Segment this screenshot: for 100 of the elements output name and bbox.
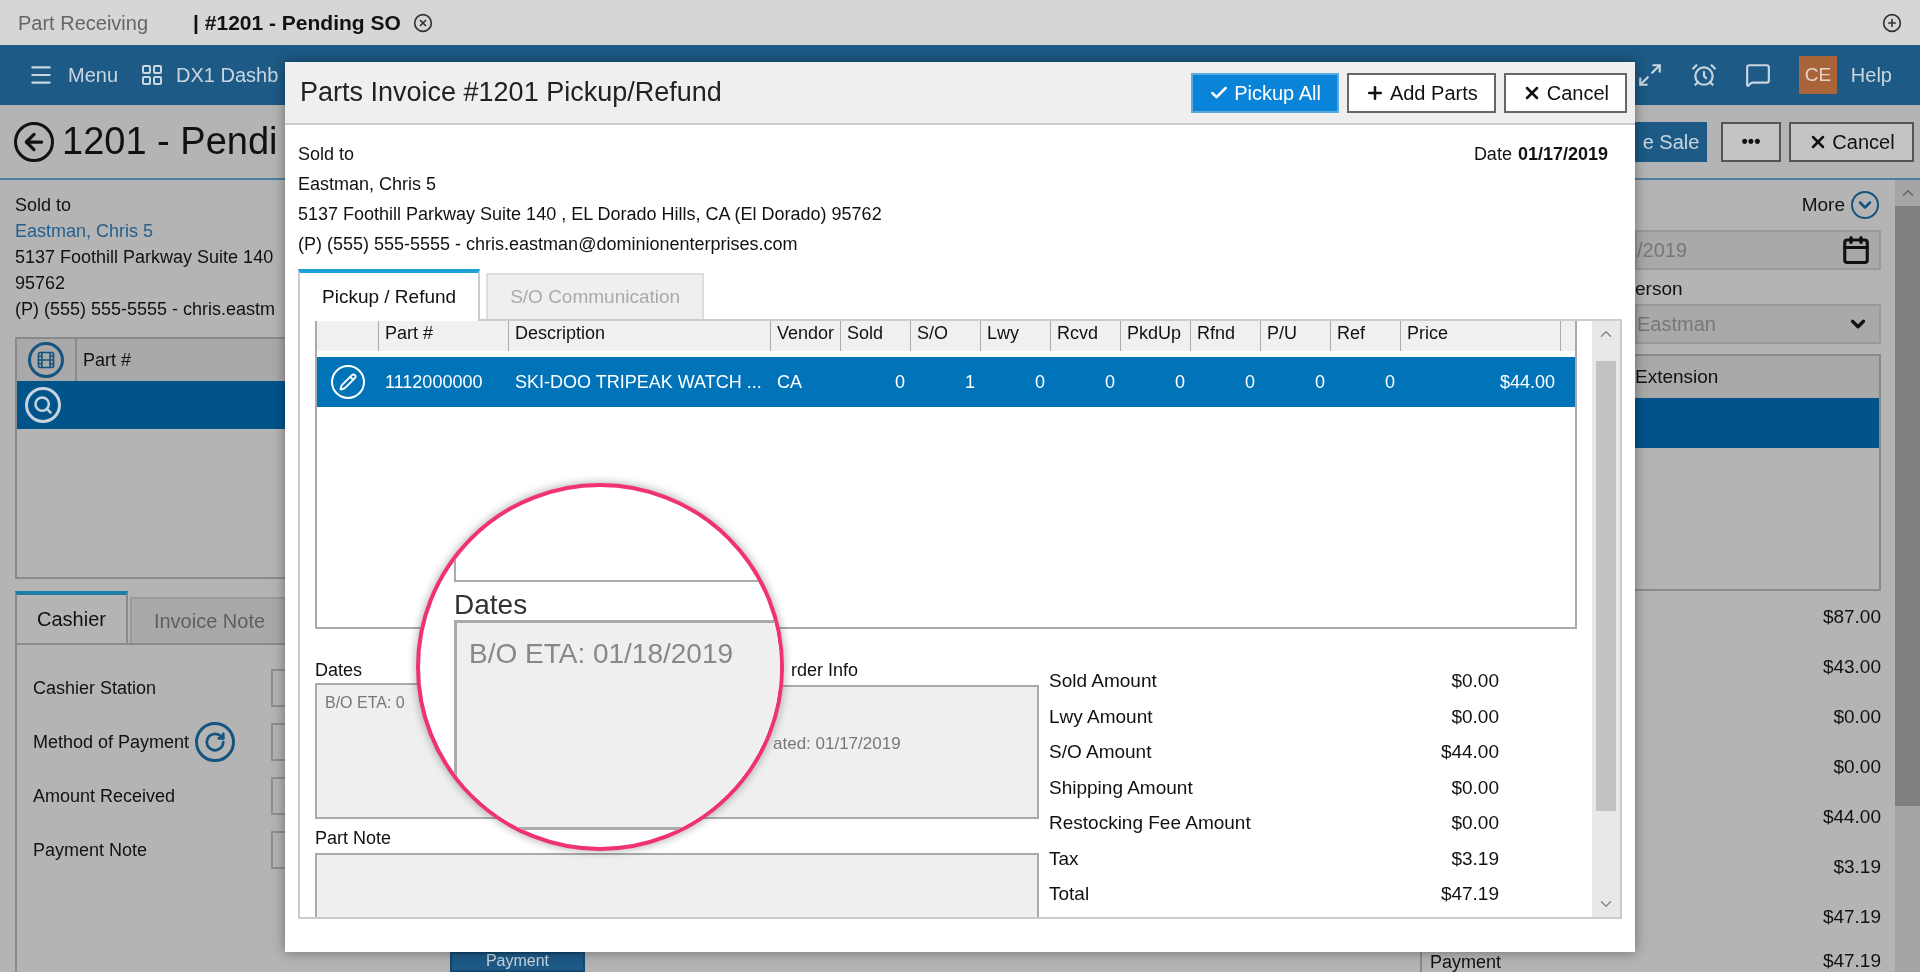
dashboard-icon[interactable]: [140, 63, 165, 87]
table-cell-text: 0: [1034, 370, 1046, 394]
field-label: erson: [1635, 278, 1684, 300]
total-label: S/O Amount: [1049, 740, 1152, 764]
amount-value: $0.00: [1833, 755, 1881, 779]
input-field[interactable]: [271, 777, 285, 815]
dialog-title: Parts Invoice #1201 Pickup/Refund: [300, 76, 722, 110]
column-header[interactable]: S/O: [911, 321, 981, 351]
table-cell-text: SKI-DOO TRIPEAK WATCH ...: [514, 370, 763, 394]
total-value: $0.00: [1451, 669, 1499, 693]
column-header[interactable]: Ref: [1331, 321, 1401, 351]
total-value: $3.19: [1451, 846, 1499, 871]
scrollbar[interactable]: [1592, 321, 1620, 917]
table-cell-text: 0: [1314, 370, 1326, 394]
total-value: $0.00: [1451, 704, 1499, 729]
customer-address: 5137 Foothill Parkway Suite 140 , EL Dorado Hills, CA (El Dorado) 95762: [298, 203, 882, 226]
column-header[interactable]: Rcvd: [1051, 321, 1121, 351]
add-parts-button[interactable]: Add Parts: [1346, 72, 1496, 113]
total-value: $0.00: [1451, 811, 1499, 835]
document-tab[interactable]: | #1201 - Pending SO: [193, 6, 401, 39]
amount-value: $47.19: [1822, 951, 1881, 971]
column-header[interactable]: Sold: [841, 321, 911, 351]
customer-contact: (P) (555) 555-5555 - chris.eastm: [15, 298, 277, 321]
column-header[interactable]: Part #: [379, 321, 509, 351]
refresh-icon[interactable]: [195, 722, 236, 762]
table-cell-text: 1112000000: [384, 370, 484, 394]
customer-address: 5137 Foothill Parkway Suite 140: [15, 246, 275, 269]
magnified-dates-label: Dates: [454, 588, 528, 622]
total-label: Sold Amount: [1049, 669, 1157, 693]
order-info-label: rder Info: [790, 659, 860, 681]
calendar-icon[interactable]: [1841, 235, 1871, 265]
pickup-all-button[interactable]: Pickup All: [1191, 72, 1339, 113]
sale-button[interactable]: e Sale: [1635, 121, 1707, 162]
column-header[interactable]: Vendor: [771, 321, 841, 351]
payment-button[interactable]: Payment: [450, 952, 585, 972]
date-label: Date: [1473, 143, 1512, 166]
column-header[interactable]: Extension: [1635, 356, 1879, 398]
page-title: 1201 - Pendi: [62, 119, 278, 164]
customer-name: Eastman, Chris 5: [298, 173, 438, 196]
field-label: Amount Received: [33, 784, 176, 808]
table-cell-text: CA: [776, 370, 803, 394]
column-header[interactable]: Lwy: [981, 321, 1051, 351]
sold-to-label: Sold to: [298, 143, 356, 166]
fullscreen-icon[interactable]: [1636, 62, 1663, 88]
total-label: Shipping Amount: [1049, 775, 1193, 800]
edit-icon[interactable]: [331, 365, 365, 399]
chat-icon[interactable]: [1744, 62, 1771, 88]
total-label: Total: [1049, 882, 1090, 906]
field-label: Cashier Station: [33, 676, 157, 700]
help-link[interactable]: Help: [1850, 60, 1892, 90]
table-cell-text: 1: [964, 370, 976, 394]
more-options-button[interactable]: •••: [1721, 121, 1781, 162]
table-cell-text: 0: [894, 370, 906, 394]
more-link[interactable]: More: [1801, 190, 1845, 220]
back-icon[interactable]: [14, 121, 54, 162]
table-cell-text: 0: [1174, 370, 1186, 394]
close-tab-icon[interactable]: [412, 12, 433, 33]
sold-to-label: Sold to: [15, 194, 73, 217]
table-cell-text: 0: [1244, 370, 1256, 394]
part-note-field[interactable]: [315, 853, 1039, 917]
dates-label: Dates: [315, 659, 364, 681]
input-field[interactable]: [271, 831, 285, 869]
column-header[interactable]: Price: [1401, 321, 1561, 351]
cancel-button[interactable]: Cancel: [1789, 121, 1914, 162]
tab[interactable]: Pickup / Refund: [298, 269, 481, 321]
dashboard-link[interactable]: DX1 Dashb: [176, 60, 279, 90]
add-tab-icon[interactable]: [1882, 12, 1902, 33]
table-cell-text: 0: [1104, 370, 1116, 394]
amount-value: $44.00: [1822, 805, 1881, 829]
input-field[interactable]: [271, 723, 285, 761]
date-value: 01/17/2019: [1517, 143, 1608, 166]
menu-link[interactable]: Menu: [68, 60, 119, 90]
part-note-label: Part Note: [315, 827, 393, 849]
amount-value: $0.00: [1833, 705, 1881, 729]
total-value: $0.00: [1451, 775, 1499, 800]
scrollbar[interactable]: [1895, 180, 1920, 972]
search-icon[interactable]: [25, 387, 61, 423]
total-label: Restocking Fee Amount: [1049, 811, 1251, 835]
column-header[interactable]: P/U: [1261, 321, 1331, 351]
field-label: Method of Payment: [33, 730, 190, 754]
amount-value: $3.19: [1833, 855, 1881, 879]
app-tab[interactable]: Part Receiving: [18, 7, 149, 38]
total-value: $44.00: [1440, 740, 1499, 764]
film-icon[interactable]: [28, 342, 64, 378]
column-header[interactable]: Part #: [83, 346, 132, 374]
column-header[interactable]: PkdUp: [1121, 321, 1191, 351]
total-value: $47.19: [1440, 882, 1499, 906]
amount-value: $47.19: [1822, 905, 1881, 929]
cancel-button[interactable]: Cancel: [1503, 72, 1627, 113]
field-label: Payment Note: [33, 838, 148, 862]
expand-icon[interactable]: [1851, 191, 1879, 219]
table-row[interactable]: 1112000000 SKI-DOO TRIPEAK WATCH ... CA 0 1 0 0 0 0 0 0 $44.00: [317, 357, 1575, 407]
selected-row[interactable]: [17, 381, 285, 429]
table-cell-text: 0: [1384, 370, 1396, 394]
column-header[interactable]: Description: [509, 321, 771, 351]
amount-value: $43.00: [1822, 655, 1881, 679]
column-header[interactable]: Rfnd: [1191, 321, 1261, 351]
input-field[interactable]: [271, 669, 285, 707]
tab[interactable]: Cashier: [15, 591, 128, 643]
alarm-clock-icon[interactable]: [1690, 62, 1717, 88]
